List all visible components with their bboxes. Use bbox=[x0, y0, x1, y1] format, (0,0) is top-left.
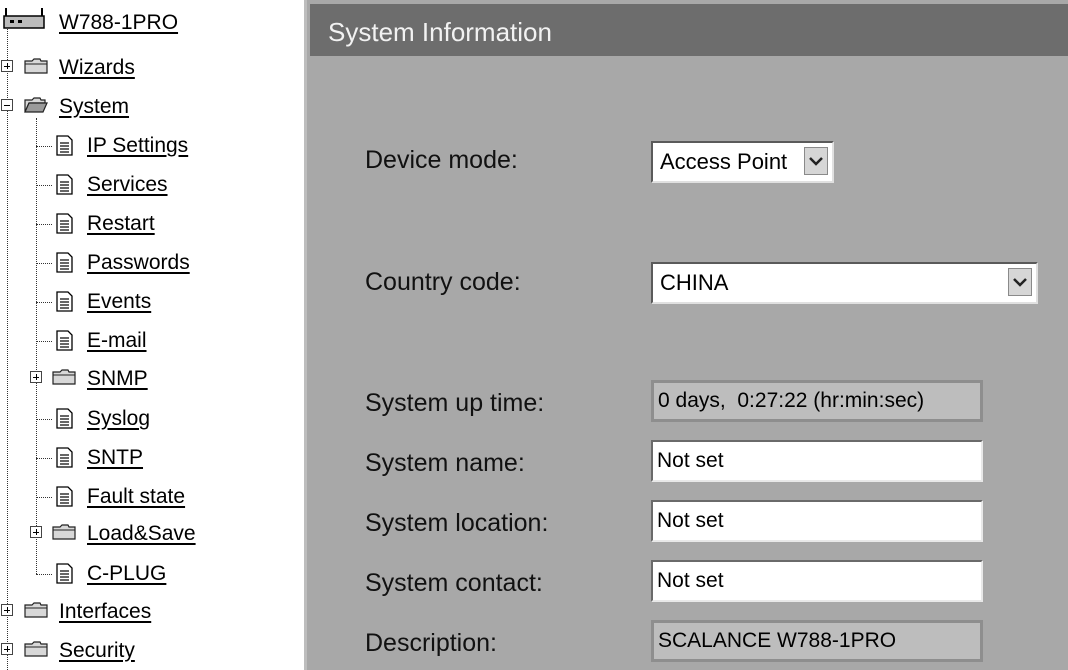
device-mode-select[interactable]: Access Point bbox=[651, 141, 834, 183]
folder-icon bbox=[24, 641, 48, 657]
tree-item-wizards[interactable]: Wizards bbox=[59, 54, 135, 82]
expand-wizards-icon[interactable] bbox=[1, 60, 13, 72]
description-field bbox=[651, 620, 983, 662]
description-label: Description: bbox=[365, 629, 497, 657]
tree-item-interfaces[interactable]: Interfaces bbox=[59, 598, 151, 626]
page-icon bbox=[56, 330, 73, 351]
tree-connector bbox=[36, 574, 52, 575]
folder-icon bbox=[24, 58, 48, 74]
chevron-down-icon[interactable] bbox=[804, 147, 828, 175]
tree-item-label[interactable]: SNTP bbox=[87, 446, 143, 470]
tree-root-label[interactable]: W788-1PRO bbox=[59, 11, 178, 35]
tree-item-label[interactable]: Restart bbox=[87, 212, 155, 236]
tree-item-syslog[interactable]: Syslog bbox=[87, 405, 150, 433]
system-name-label: System name: bbox=[365, 449, 525, 477]
page-icon bbox=[56, 563, 73, 584]
folder-icon bbox=[52, 369, 76, 385]
tree-item-label[interactable]: Interfaces bbox=[59, 600, 151, 624]
tree-connector bbox=[36, 224, 52, 225]
expand-load-save-icon[interactable] bbox=[30, 526, 42, 538]
tree-connector bbox=[36, 185, 52, 186]
system-information-panel: System Information Device mode: Access P… bbox=[304, 0, 1068, 670]
expand-security-icon[interactable] bbox=[1, 643, 13, 655]
open-folder-icon bbox=[24, 97, 48, 113]
tree-item-fault-state[interactable]: Fault state bbox=[87, 483, 185, 511]
tree-item-label[interactable]: Events bbox=[87, 290, 151, 314]
expand-interfaces-icon[interactable] bbox=[1, 604, 13, 616]
tree-connector bbox=[36, 263, 52, 264]
tree-item-label[interactable]: Wizards bbox=[59, 56, 135, 80]
tree-item-label[interactable]: Services bbox=[87, 173, 168, 197]
tree-item-snmp[interactable]: SNMP bbox=[87, 365, 148, 393]
tree-connector bbox=[36, 302, 52, 303]
tree-item-label[interactable]: C-PLUG bbox=[87, 562, 166, 586]
navigation-tree: W788-1PRO Wizards System IP Settings Ser… bbox=[0, 0, 300, 670]
page-icon bbox=[56, 408, 73, 429]
page-title: System Information bbox=[328, 17, 552, 47]
tree-item-load-save[interactable]: Load&Save bbox=[87, 520, 196, 548]
tree-item-c-plug[interactable]: C-PLUG bbox=[87, 560, 166, 588]
country-code-select[interactable]: CHINA bbox=[651, 262, 1038, 304]
tree-root[interactable]: W788-1PRO bbox=[59, 9, 178, 37]
tree-connector bbox=[7, 22, 8, 670]
page-icon bbox=[56, 447, 73, 468]
tree-item-label[interactable]: Security bbox=[59, 639, 135, 663]
tree-item-events[interactable]: Events bbox=[87, 288, 151, 316]
tree-item-services[interactable]: Services bbox=[87, 171, 168, 199]
tree-item-passwords[interactable]: Passwords bbox=[87, 249, 190, 277]
tree-connector bbox=[36, 497, 52, 498]
folder-icon bbox=[24, 602, 48, 618]
tree-item-security[interactable]: Security bbox=[59, 637, 135, 665]
device-mode-label: Device mode: bbox=[365, 146, 518, 174]
device-mode-value: Access Point bbox=[660, 149, 788, 174]
system-up-time-label: System up time: bbox=[365, 389, 545, 417]
country-code-value: CHINA bbox=[660, 270, 729, 295]
tree-item-label[interactable]: System bbox=[59, 95, 129, 119]
system-contact-field[interactable] bbox=[651, 560, 983, 602]
system-name-field[interactable] bbox=[651, 440, 983, 482]
tree-item-label[interactable]: E-mail bbox=[87, 329, 147, 353]
page-icon bbox=[56, 135, 73, 156]
tree-item-label[interactable]: Fault state bbox=[87, 485, 185, 509]
page-icon bbox=[56, 174, 73, 195]
collapse-system-icon[interactable] bbox=[1, 99, 13, 111]
page-icon bbox=[56, 213, 73, 234]
system-up-time-field bbox=[651, 380, 983, 422]
page-icon bbox=[56, 252, 73, 273]
system-contact-label: System contact: bbox=[365, 569, 543, 597]
system-location-label: System location: bbox=[365, 509, 549, 537]
tree-connector bbox=[36, 118, 37, 574]
tree-item-label[interactable]: IP Settings bbox=[87, 134, 188, 158]
tree-item-restart[interactable]: Restart bbox=[87, 210, 155, 238]
tree-item-system[interactable]: System bbox=[59, 93, 129, 121]
system-location-field[interactable] bbox=[651, 500, 983, 542]
tree-item-sntp[interactable]: SNTP bbox=[87, 444, 143, 472]
tree-connector bbox=[36, 341, 52, 342]
tree-connector bbox=[36, 458, 52, 459]
tree-item-e-mail[interactable]: E-mail bbox=[87, 327, 147, 355]
folder-icon bbox=[52, 524, 76, 540]
tree-connector bbox=[36, 419, 52, 420]
expand-snmp-icon[interactable] bbox=[30, 371, 42, 383]
tree-item-label[interactable]: Load&Save bbox=[87, 522, 196, 546]
chevron-down-icon[interactable] bbox=[1008, 268, 1032, 296]
country-code-label: Country code: bbox=[365, 268, 521, 296]
tree-item-label[interactable]: Syslog bbox=[87, 407, 150, 431]
tree-item-label[interactable]: SNMP bbox=[87, 367, 148, 391]
tree-item-label[interactable]: Passwords bbox=[87, 251, 190, 275]
panel-header: System Information bbox=[310, 4, 1068, 56]
page-icon bbox=[56, 486, 73, 507]
device-icon bbox=[3, 8, 45, 29]
page-icon bbox=[56, 291, 73, 312]
tree-item-ip-settings[interactable]: IP Settings bbox=[87, 132, 188, 160]
tree-connector bbox=[36, 146, 52, 147]
